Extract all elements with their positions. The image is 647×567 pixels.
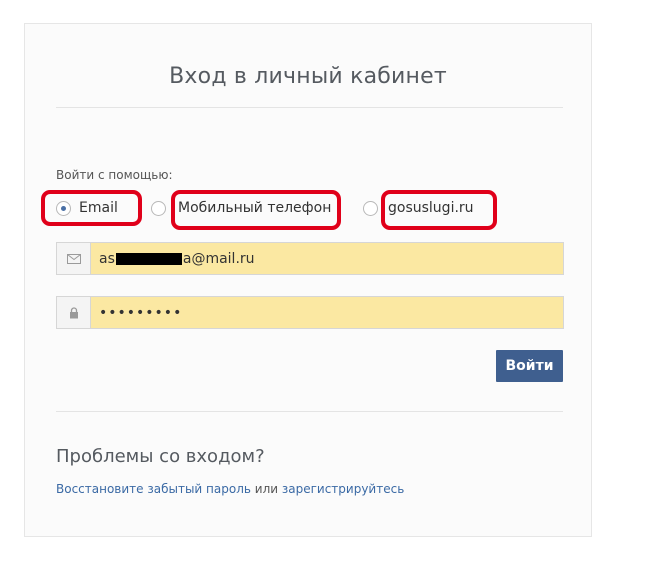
lock-icon [57, 297, 91, 328]
email-input[interactable]: as a@mail.ru [91, 243, 563, 274]
form-divider [56, 411, 563, 412]
password-input[interactable]: ••••••••• [91, 297, 563, 328]
email-value-suffix: a@mail.ru [182, 250, 255, 267]
login-button[interactable]: Войти [496, 350, 563, 382]
highlight-email [41, 190, 142, 226]
highlight-gosuslugi [381, 190, 497, 230]
recover-password-link[interactable]: Восстановите забытый пароль [56, 482, 251, 496]
highlight-mobile-phone [171, 190, 341, 230]
register-link[interactable]: зарегистрируйтесь [282, 482, 404, 496]
email-value-prefix: as [99, 250, 115, 267]
help-line: Восстановите забытый пароль или зарегист… [56, 482, 404, 496]
radio-mobile-phone-indicator[interactable] [151, 200, 166, 216]
password-field[interactable]: ••••••••• [56, 296, 564, 329]
title-divider [56, 107, 563, 108]
email-redaction [115, 252, 182, 265]
page-title: Вход в личный кабинет [169, 64, 447, 89]
problems-title: Проблемы со входом? [56, 446, 265, 467]
radio-gosuslugi-indicator[interactable] [363, 200, 378, 216]
or-text: или [250, 482, 282, 496]
envelope-icon [57, 243, 91, 274]
password-value: ••••••••• [99, 304, 183, 321]
email-field[interactable]: as a@mail.ru [56, 242, 564, 275]
login-with-label: Войти с помощью: [56, 168, 173, 182]
login-panel: Вход в личный кабинет Войти с помощью: E… [24, 23, 592, 537]
